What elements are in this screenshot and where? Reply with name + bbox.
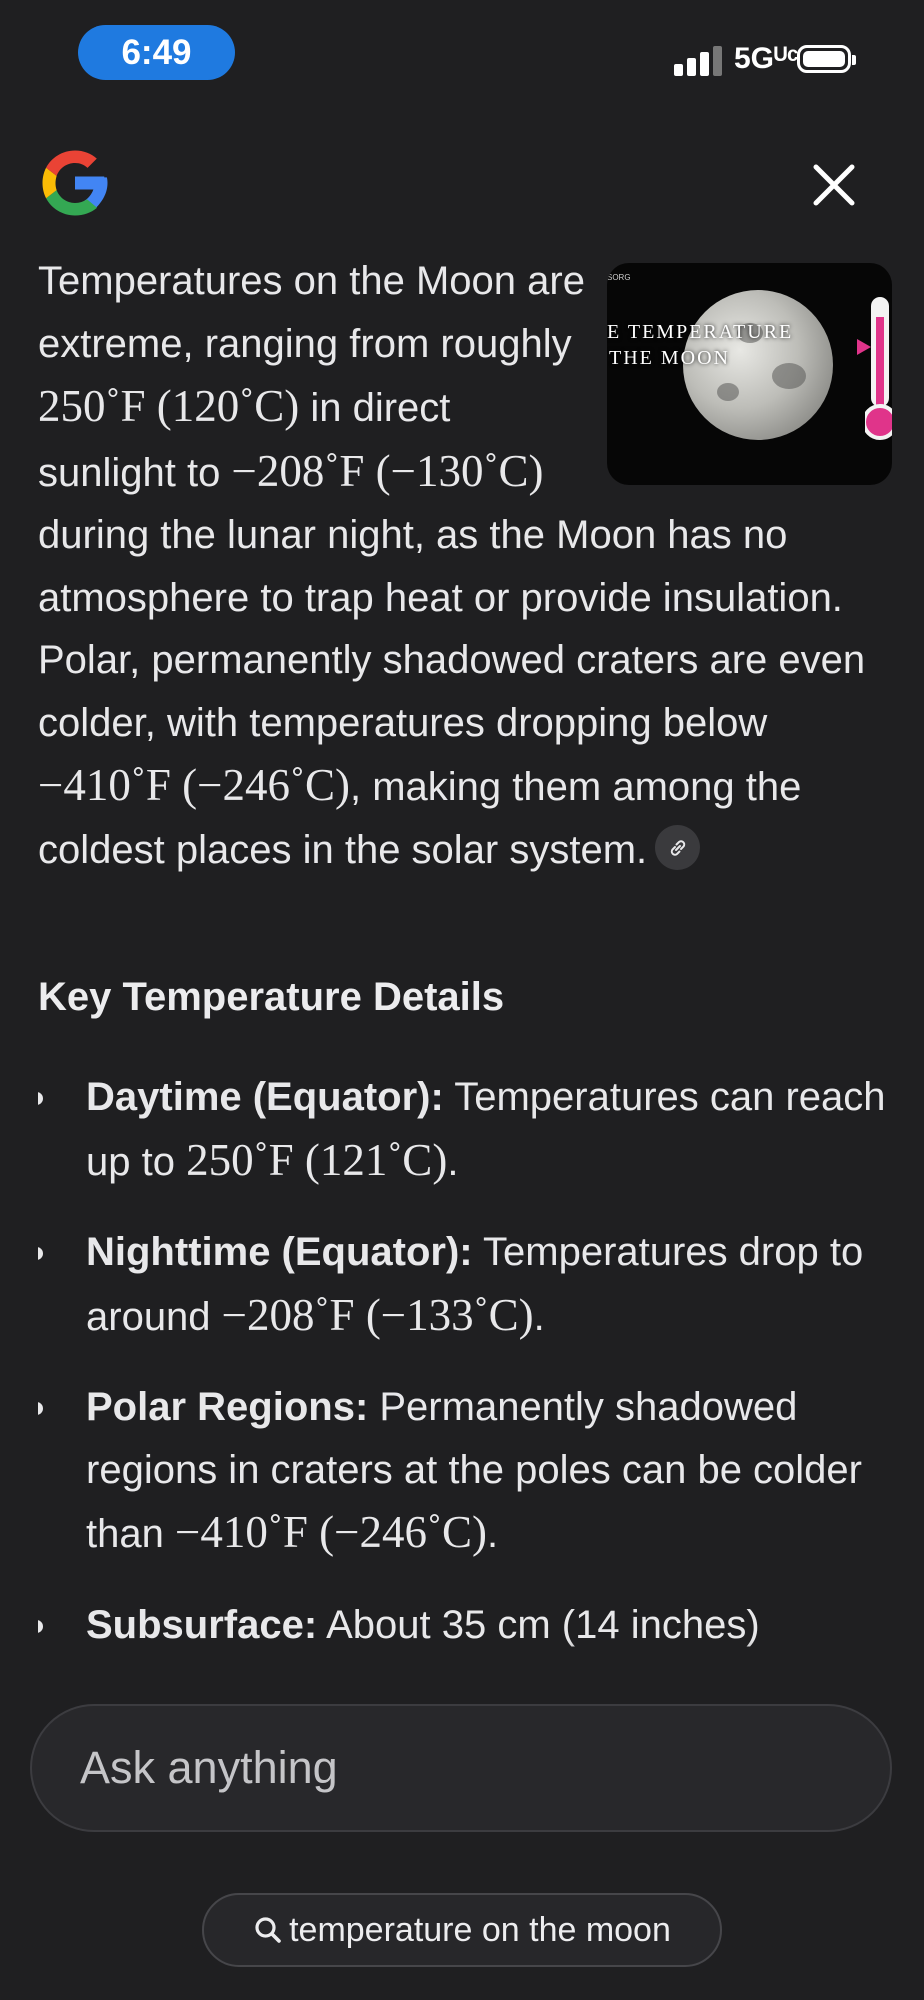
ask-input[interactable] xyxy=(78,1741,842,1795)
ask-box[interactable] xyxy=(30,1704,892,1832)
thermometer-icon xyxy=(865,297,892,440)
signal-strength-icon xyxy=(674,46,722,76)
math-value: −410˚F (−246˚C) xyxy=(38,760,350,810)
bullet-tail: . xyxy=(533,1294,545,1339)
math-value: −410˚F (−246˚C) xyxy=(174,1507,487,1557)
crater-mark xyxy=(717,383,739,401)
math-value: −208˚F (−130˚C) xyxy=(231,445,544,496)
bullet-label: Daytime (Equator): xyxy=(86,1075,444,1119)
list-item: Polar Regions: Permanently shadowed regi… xyxy=(38,1376,892,1566)
search-icon xyxy=(255,1917,281,1943)
query-chip[interactable]: temperature on the moon xyxy=(202,1893,722,1967)
google-g-icon[interactable] xyxy=(36,144,114,222)
close-icon xyxy=(813,164,855,206)
status-time: 6:49 xyxy=(78,25,235,80)
close-button[interactable] xyxy=(806,157,862,213)
answer-text: Temperatures on the Moon are extreme, ra… xyxy=(38,259,585,366)
bullet-tail: . xyxy=(447,1139,459,1184)
link-icon xyxy=(670,840,685,856)
answer-text: during the lunar night, as the Moon has … xyxy=(38,513,866,745)
thumbnail-caption: E TEMPERATURE THE MOON xyxy=(607,319,847,371)
bullet-label: Nighttime (Equator): xyxy=(86,1230,473,1274)
ai-answer: SORG E TEMPERATURE THE MOON Temperatures… xyxy=(38,250,892,1670)
section-title: Key Temperature Details xyxy=(38,975,505,1019)
network-type: 5Gᵁᶜ xyxy=(734,42,799,75)
bullet-label: Polar Regions: xyxy=(86,1385,369,1429)
thumbnail-caption-line: THE MOON xyxy=(609,347,730,369)
math-value: −208˚F (−133˚C) xyxy=(221,1289,534,1340)
query-chip-label: temperature on the moon xyxy=(289,1910,671,1949)
moon-thumbnail-image[interactable]: SORG E TEMPERATURE THE MOON xyxy=(607,263,892,485)
math-value: 250˚F (120˚C) xyxy=(38,381,300,431)
list-item: Nighttime (Equator): Temperatures drop t… xyxy=(38,1221,892,1348)
list-item: Daytime (Equator): Temperatures can reac… xyxy=(38,1066,892,1193)
thumbnail-caption-line: E TEMPERATURE xyxy=(607,321,794,343)
math-value: 250˚F (121˚C) xyxy=(186,1134,448,1185)
status-bar: 6:49 5Gᵁᶜ xyxy=(0,0,924,110)
source-link-button[interactable] xyxy=(655,825,701,871)
battery-icon xyxy=(797,45,856,73)
temperature-details-list: Daytime (Equator): Temperatures can reac… xyxy=(38,1066,892,1670)
thumbnail-logo: SORG xyxy=(607,273,631,282)
bullet-tail: . xyxy=(486,1512,499,1556)
scroll-fade xyxy=(0,1640,924,1690)
